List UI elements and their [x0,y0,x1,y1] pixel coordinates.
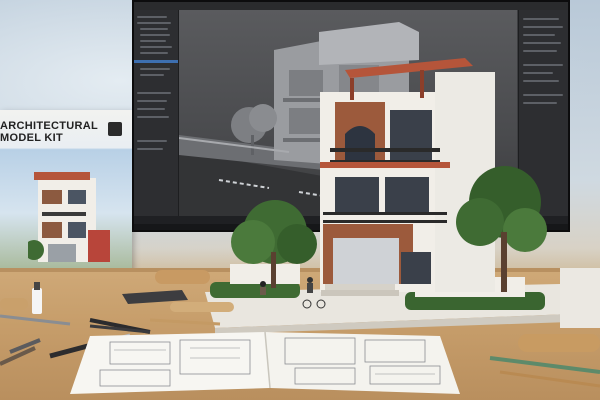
panel-row[interactable] [140,28,168,30]
blueprint-booklet [70,331,460,394]
panel-row[interactable] [137,116,169,118]
kit-title-line2: MODEL KIT [0,132,63,144]
panel-row[interactable] [523,26,563,28]
wooden-dowel [170,302,234,312]
panel-row[interactable] [140,74,164,76]
kit-title-line1: ARCHITECTURAL [0,120,99,132]
glue-bottle [32,288,42,314]
panel-row[interactable] [523,34,555,36]
panel-row[interactable] [140,34,170,36]
panel-row[interactable] [140,46,172,48]
paper-roll-right [518,334,600,352]
panel-row[interactable] [137,22,171,24]
kit-box-house-illustration [28,172,110,262]
cutting-mat [122,290,188,304]
panel-row[interactable] [523,18,559,20]
panel-row[interactable] [523,42,561,44]
metal-ruler [0,314,71,326]
panel-selected-row[interactable] [134,60,178,63]
model-block [560,268,600,328]
panel-row[interactable] [140,52,168,54]
panel-row[interactable] [137,100,167,102]
panel-row[interactable] [140,40,166,42]
panel-row[interactable] [137,92,171,94]
app-menubar[interactable] [134,2,568,10]
paper-roll [155,270,210,284]
marker-pen [9,338,41,354]
panel-row[interactable] [137,140,167,142]
paper-roll-left [0,298,28,310]
pencil-green [489,356,600,374]
panel-row[interactable] [137,16,167,18]
panel-row[interactable] [137,148,163,150]
kit-box-title: ARCHITECTURAL MODEL KIT [0,120,100,144]
left-outliner-panel[interactable] [134,10,179,216]
panel-row[interactable] [140,68,170,70]
pencil-wood [499,370,600,388]
panel-row[interactable] [137,108,165,110]
building-logo-icon [108,122,122,136]
